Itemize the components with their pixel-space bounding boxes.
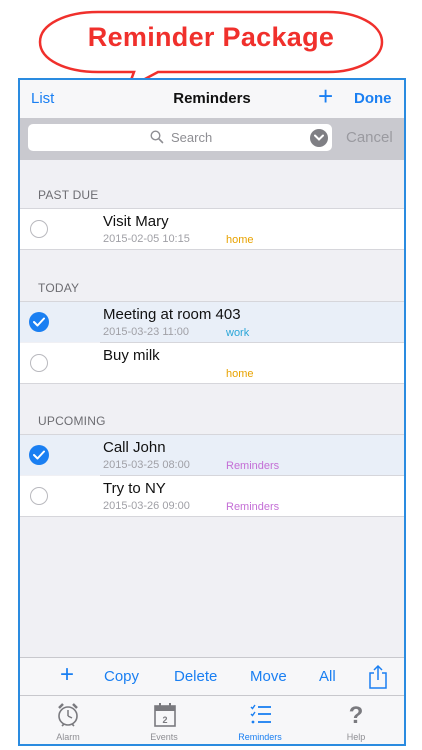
reminder-title: Call John [103, 439, 166, 456]
checkmark-icon [33, 450, 45, 460]
reminder-list-tag: Reminders [226, 460, 280, 472]
section-header-today: TODAY [38, 281, 80, 295]
share-icon[interactable] [368, 664, 388, 690]
reminder-list-tag: Reminders [226, 501, 280, 513]
reminder-list-tag: work [226, 327, 250, 339]
divider [20, 249, 404, 250]
reminder-list-tag: home [226, 368, 254, 380]
search-bar: Search Cancel [20, 118, 404, 160]
reminder-title: Meeting at room 403 [103, 306, 241, 323]
tab-label: Reminders [238, 732, 282, 742]
list-icon [250, 704, 271, 724]
complete-checkbox[interactable] [30, 487, 48, 505]
add-button[interactable]: + [60, 661, 74, 689]
tab-label: Help [346, 732, 366, 742]
tab-label: Alarm [56, 732, 80, 742]
page-title: Reminders [173, 90, 251, 107]
svg-text:?: ? [349, 702, 364, 729]
divider [20, 383, 404, 384]
list-item[interactable]: Buy milk home [20, 343, 404, 383]
tab-bar: Alarm 2 Events Reminders ? Help [20, 695, 404, 744]
app-screen: List Reminders + Done Search Cancel PAST… [18, 78, 406, 746]
chevron-down-icon [314, 134, 324, 141]
complete-checkbox[interactable] [30, 220, 48, 238]
search-placeholder: Search [171, 130, 213, 145]
calendar-icon: 2 [154, 703, 176, 727]
section-header-past-due: PAST DUE [38, 188, 99, 202]
reminder-title: Visit Mary [103, 213, 169, 230]
list-item[interactable]: Visit Mary 2015-02-05 10:15 home [20, 209, 404, 249]
tab-reminders[interactable]: Reminders [212, 696, 308, 744]
cancel-button[interactable]: Cancel [346, 129, 393, 146]
divider [20, 516, 404, 517]
reminder-date: 2015-03-25 08:00 [103, 459, 190, 471]
search-scope-dropdown[interactable] [310, 129, 328, 147]
select-all-button[interactable]: All [319, 668, 336, 685]
edit-toolbar: + Copy Delete Move All [20, 657, 404, 695]
tab-alarm[interactable]: Alarm [20, 696, 116, 744]
reminder-date: 2015-03-23 11:00 [103, 326, 190, 338]
banner-title: Reminder Package [87, 22, 335, 52]
alarm-clock-icon [58, 703, 78, 727]
question-mark-icon: ? [349, 702, 364, 729]
navigation-bar: List Reminders + Done [20, 80, 404, 118]
reminder-date: 2015-03-26 09:00 [103, 500, 190, 512]
search-icon [150, 130, 164, 144]
checkmark-icon [33, 317, 45, 327]
copy-button[interactable]: Copy [104, 668, 139, 685]
list-item[interactable]: Try to NY 2015-03-26 09:00 Reminders [20, 476, 404, 516]
search-input[interactable]: Search [28, 124, 332, 151]
tab-help[interactable]: ? Help [308, 696, 404, 744]
reminder-list-tag: home [226, 234, 254, 246]
reminder-date: 2015-02-05 10:15 [103, 233, 190, 245]
list-item[interactable]: Meeting at room 403 2015-03-23 11:00 wor… [20, 302, 404, 342]
tab-label: Events [150, 732, 178, 742]
delete-button[interactable]: Delete [174, 668, 217, 685]
section-header-upcoming: UPCOMING [38, 414, 106, 428]
list-item[interactable]: Call John 2015-03-25 08:00 Reminders [20, 435, 404, 475]
promo-banner: Reminder Package [38, 10, 384, 90]
reminder-title: Buy milk [103, 347, 160, 364]
complete-checkbox[interactable] [29, 312, 49, 332]
complete-checkbox[interactable] [29, 445, 49, 465]
svg-text:2: 2 [162, 715, 167, 725]
done-button[interactable]: Done [354, 90, 392, 107]
tab-events[interactable]: 2 Events [116, 696, 212, 744]
complete-checkbox[interactable] [30, 354, 48, 372]
add-reminder-button[interactable]: + [318, 82, 333, 110]
reminder-title: Try to NY [103, 480, 166, 497]
move-button[interactable]: Move [250, 668, 287, 685]
